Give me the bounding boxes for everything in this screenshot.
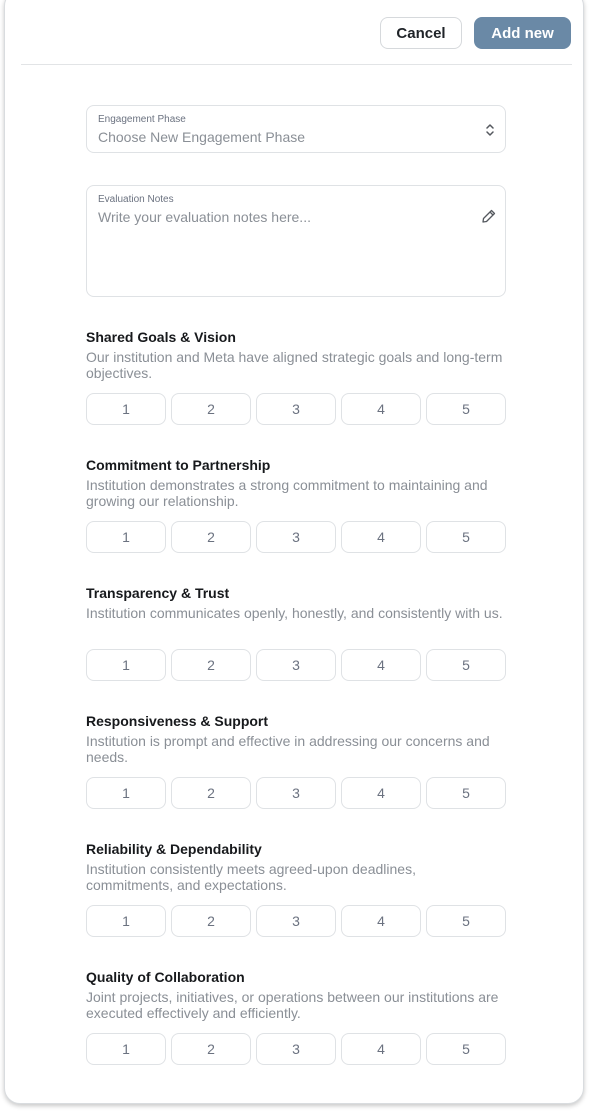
section-description: Joint projects, initiatives, or operatio… (86, 989, 499, 1021)
rating-option-1[interactable]: 1 (86, 905, 166, 937)
rating-option-1[interactable]: 1 (86, 521, 166, 553)
rating-scale: 12345 (86, 393, 506, 425)
section-title: Transparency & Trust (86, 585, 230, 601)
rating-option-5[interactable]: 5 (426, 905, 506, 937)
chevron-up-down-icon (486, 124, 494, 136)
section-description: Our institution and Meta have aligned st… (86, 349, 503, 381)
rating-option-5[interactable]: 5 (426, 649, 506, 681)
rating-option-3[interactable]: 3 (256, 905, 336, 937)
section-description: Institution consistently meets agreed-up… (86, 861, 416, 893)
rating-option-4[interactable]: 4 (341, 393, 421, 425)
section-title: Quality of Collaboration (86, 969, 245, 985)
rating-scale: 12345 (86, 1033, 506, 1065)
section-title: Responsiveness & Support (86, 713, 269, 729)
engagement-phase-placeholder: Choose New Engagement Phase (98, 129, 306, 145)
rating-scale: 12345 (86, 521, 506, 553)
rating-option-2[interactable]: 2 (171, 905, 251, 937)
section-description: Institution is prompt and effective in a… (86, 733, 490, 765)
rating-option-3[interactable]: 3 (256, 521, 336, 553)
rating-option-4[interactable]: 4 (341, 905, 421, 937)
rating-option-1[interactable]: 1 (86, 777, 166, 809)
rating-option-2[interactable]: 2 (171, 1033, 251, 1065)
rating-option-4[interactable]: 4 (341, 521, 421, 553)
rating-option-1[interactable]: 1 (86, 393, 166, 425)
rating-option-1[interactable]: 1 (86, 649, 166, 681)
engagement-phase-select[interactable]: Engagement Phase Choose New Engagement P… (86, 105, 506, 153)
section-title: Commitment to Partnership (86, 457, 271, 473)
rating-option-5[interactable]: 5 (426, 521, 506, 553)
section-title: Shared Goals & Vision (86, 329, 236, 345)
rating-option-2[interactable]: 2 (171, 521, 251, 553)
cancel-button[interactable]: Cancel (380, 17, 462, 49)
rating-option-4[interactable]: 4 (341, 1033, 421, 1065)
section-title: Reliability & Dependability (86, 841, 262, 857)
section-description: Institution communicates openly, honestl… (86, 605, 503, 621)
rating-scale: 12345 (86, 905, 506, 937)
rating-option-3[interactable]: 3 (256, 393, 336, 425)
rating-option-5[interactable]: 5 (426, 777, 506, 809)
rating-option-3[interactable]: 3 (256, 649, 336, 681)
add-new-button[interactable]: Add new (474, 17, 571, 49)
evaluation-panel: Cancel Add new Engagement Phase Choose N… (4, 0, 584, 1104)
evaluation-notes-placeholder: Write your evaluation notes here... (98, 209, 311, 225)
panel-header: Cancel Add new (21, 1, 572, 65)
rating-option-2[interactable]: 2 (171, 393, 251, 425)
rating-option-5[interactable]: 5 (426, 1033, 506, 1065)
rating-option-4[interactable]: 4 (341, 777, 421, 809)
evaluation-notes-field[interactable]: Evaluation Notes Write your evaluation n… (86, 185, 506, 297)
section-description: Institution demonstrates a strong commit… (86, 477, 488, 509)
evaluation-notes-label: Evaluation Notes (98, 194, 174, 205)
rating-option-2[interactable]: 2 (171, 777, 251, 809)
rating-scale: 12345 (86, 777, 506, 809)
rating-option-5[interactable]: 5 (426, 393, 506, 425)
rating-option-3[interactable]: 3 (256, 777, 336, 809)
rating-option-4[interactable]: 4 (341, 649, 421, 681)
rating-option-2[interactable]: 2 (171, 649, 251, 681)
rating-scale: 12345 (86, 649, 506, 681)
engagement-phase-label: Engagement Phase (98, 114, 186, 125)
rating-option-3[interactable]: 3 (256, 1033, 336, 1065)
pencil-icon (482, 209, 496, 223)
rating-option-1[interactable]: 1 (86, 1033, 166, 1065)
